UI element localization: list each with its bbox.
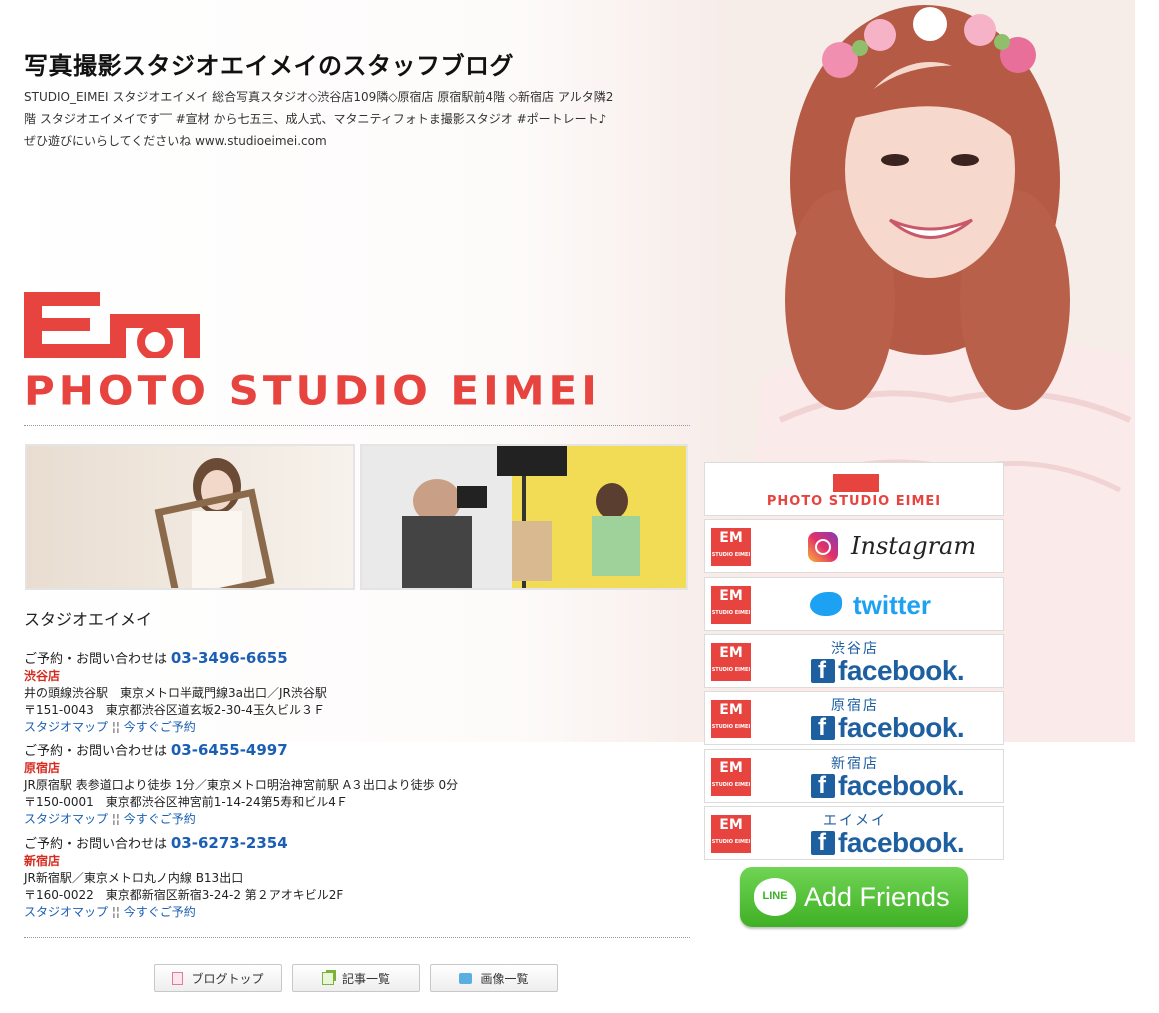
branch-shinjuku: ご予約・お問い合わせは 03-6273-2354 新宿店 JR新宿駅／東京メトロ… bbox=[24, 835, 343, 921]
facebook-label: facebook. bbox=[838, 770, 965, 801]
twitter-banner[interactable]: EM STUDIO EIMEI twitter bbox=[704, 577, 1004, 631]
instagram-label: Instagram bbox=[851, 532, 977, 560]
inquiry-label: ご予約・お問い合わせは bbox=[24, 652, 168, 667]
studio-name: スタジオエイメイ bbox=[24, 610, 153, 629]
phone-link[interactable]: 03-6455-4997 bbox=[171, 741, 288, 759]
divider bbox=[24, 425, 690, 426]
image-list-label: 画像一覧 bbox=[480, 971, 529, 986]
instagram-banner[interactable]: EM STUDIO EIMEI Instagram bbox=[704, 519, 1004, 573]
link-separator: ¦¦ bbox=[111, 905, 120, 919]
blog-description: STUDIO_EIMEI スタジオエイメイ 総合写真スタジオ◇渋谷店109隣◇原… bbox=[24, 90, 614, 148]
branch-address: 〒150-0001 東京都渋谷区神宮前1-14-24第5寿和ビル4Ｆ bbox=[24, 795, 348, 809]
image-list-button[interactable]: 画像一覧 bbox=[430, 964, 558, 992]
phone-link[interactable]: 03-3496-6655 bbox=[171, 649, 288, 667]
studio-eimei-icon: EM STUDIO EIMEI bbox=[711, 528, 751, 566]
branch-name: 新宿店 bbox=[24, 854, 61, 868]
facebook-icon bbox=[811, 772, 835, 800]
studio-eimei-banner[interactable]: PHOTO STUDIO EIMEI bbox=[704, 462, 1004, 516]
studio-photo-model-frame[interactable] bbox=[25, 444, 355, 590]
studio-map-link[interactable]: スタジオマップ bbox=[24, 720, 108, 734]
facebook-icon bbox=[811, 657, 835, 685]
facebook-harajuku-banner[interactable]: EM STUDIO EIMEI 原宿店 facebook. bbox=[704, 691, 1004, 745]
studio-logo-mark[interactable] bbox=[24, 292, 200, 362]
blog-top-label: ブログトップ bbox=[191, 971, 264, 986]
instagram-icon bbox=[808, 532, 838, 562]
blog-title[interactable]: 写真撮影スタジオエイメイのスタッフブログ bbox=[24, 46, 514, 81]
inquiry-label: ご予約・お問い合わせは bbox=[24, 744, 168, 759]
phone-link[interactable]: 03-6273-2354 bbox=[171, 834, 288, 852]
link-separator: ¦¦ bbox=[111, 720, 120, 734]
studio-eimei-icon: EM STUDIO EIMEI bbox=[711, 586, 751, 624]
branch-access: 井の頭線渋谷駅 東京メトロ半蔵門線3a出口／JR渋谷駅 bbox=[24, 686, 327, 700]
reserve-now-link[interactable]: 今すぐご予約 bbox=[124, 720, 196, 734]
facebook-eimei-banner[interactable]: EM STUDIO EIMEI エイメイ facebook. bbox=[704, 806, 1004, 860]
branch-address: 〒160-0022 東京都新宿区新宿3-24-2 第２アオキビル2F bbox=[24, 888, 344, 902]
branch-access: JR新宿駅／東京メトロ丸ノ内線 B13出口 bbox=[24, 871, 244, 885]
reserve-now-link[interactable]: 今すぐご予約 bbox=[124, 905, 196, 919]
reserve-now-link[interactable]: 今すぐご予約 bbox=[124, 812, 196, 826]
article-list-button[interactable]: 記事一覧 bbox=[292, 964, 420, 992]
banner-brand-text: PHOTO STUDIO EIMEI bbox=[766, 494, 942, 509]
studio-map-link[interactable]: スタジオマップ bbox=[24, 905, 108, 919]
branch-harajuku: ご予約・お問い合わせは 03-6455-4997 原宿店 JR原宿駅 表参道口よ… bbox=[24, 742, 458, 828]
facebook-label: facebook. bbox=[838, 827, 965, 858]
camera-icon bbox=[459, 972, 473, 984]
studio-logo-text: PHOTO STUDIO EIMEI bbox=[24, 367, 601, 414]
branch-name: 原宿店 bbox=[24, 761, 61, 775]
facebook-label: facebook. bbox=[838, 655, 965, 686]
facebook-shinjuku-banner[interactable]: EM STUDIO EIMEI 新宿店 facebook. bbox=[704, 749, 1004, 803]
studio-photo-shooting[interactable] bbox=[360, 444, 688, 590]
facebook-label: facebook. bbox=[838, 712, 965, 743]
twitter-bird-icon bbox=[810, 592, 842, 616]
line-add-friends-button[interactable]: LINE Add Friends bbox=[740, 867, 968, 927]
copy-icon bbox=[321, 971, 334, 985]
branch-name: 渋谷店 bbox=[24, 669, 61, 683]
facebook-icon bbox=[811, 829, 835, 857]
facebook-icon bbox=[811, 714, 835, 742]
studio-map-link[interactable]: スタジオマップ bbox=[24, 812, 108, 826]
em-logo-icon bbox=[833, 474, 879, 492]
branch-access: JR原宿駅 表参道口より徒歩 1分／東京メトロ明治神宮前駅 A３出口より徒歩 0… bbox=[24, 778, 459, 792]
line-icon: LINE bbox=[754, 878, 796, 916]
divider bbox=[24, 937, 690, 938]
link-separator: ¦¦ bbox=[111, 812, 120, 826]
twitter-label: twitter bbox=[853, 590, 931, 620]
line-add-friends-label: Add Friends bbox=[804, 881, 950, 912]
branch-shibuya: ご予約・お問い合わせは 03-3496-6655 渋谷店 井の頭線渋谷駅 東京メ… bbox=[24, 650, 327, 736]
branch-address: 〒151-0043 東京都渋谷区道玄坂2-30-4玉久ビル３Ｆ bbox=[24, 703, 325, 717]
inquiry-label: ご予約・お問い合わせは bbox=[24, 837, 168, 852]
article-list-label: 記事一覧 bbox=[341, 971, 390, 986]
blog-top-button[interactable]: ブログトップ bbox=[154, 964, 282, 992]
document-icon bbox=[172, 971, 184, 985]
facebook-shibuya-banner[interactable]: EM STUDIO EIMEI 渋谷店 facebook. bbox=[704, 634, 1004, 688]
